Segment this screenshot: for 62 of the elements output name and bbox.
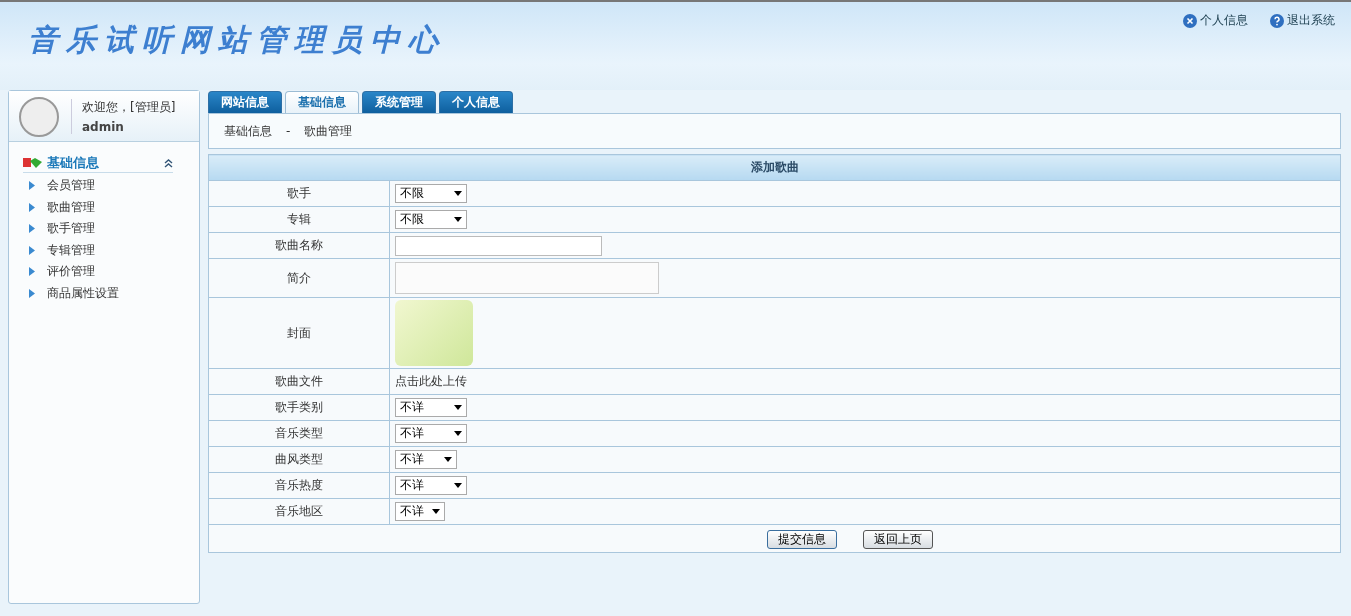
menu-item[interactable]: 商品属性设置 <box>47 284 119 302</box>
user-name: admin <box>82 119 125 134</box>
dropdown[interactable]: 不详 <box>395 502 445 521</box>
tab[interactable]: 个人信息 <box>439 91 513 113</box>
field-label: 音乐类型 <box>208 420 390 447</box>
caret-icon <box>454 483 462 488</box>
breadcrumb-text: - <box>286 124 291 138</box>
triangle-icon <box>29 267 35 277</box>
field-label: 曲风类型 <box>208 446 390 473</box>
help-icon <box>1270 13 1284 28</box>
triangle-icon <box>29 224 35 234</box>
dropdown[interactable]: 不限 <box>395 184 467 203</box>
caret-icon <box>454 191 462 196</box>
field-label: 封面 <box>208 297 390 369</box>
welcome-text: 欢迎您，[管理员] <box>82 98 176 116</box>
field-label: 专辑 <box>208 206 390 233</box>
dropdown[interactable]: 不限 <box>395 210 467 229</box>
caret-icon <box>454 405 462 410</box>
tab[interactable]: 网站信息 <box>208 91 282 113</box>
breadcrumb-text: 歌曲管理 <box>304 122 353 140</box>
field-label: 音乐地区 <box>208 498 390 525</box>
upload-link[interactable]: 点击此处上传 <box>395 374 467 388</box>
caret-icon <box>454 217 462 222</box>
link-label: 退出系统 <box>1287 12 1335 29</box>
text-area[interactable] <box>395 262 659 294</box>
field-label: 歌曲文件 <box>208 368 390 395</box>
dropdown[interactable]: 不详 <box>395 450 457 469</box>
menu-item[interactable]: 会员管理 <box>47 177 95 195</box>
dropdown[interactable]: 不详 <box>395 398 467 417</box>
field-label: 歌手类别 <box>208 394 390 421</box>
caret-icon <box>444 457 452 462</box>
caret-icon <box>454 431 462 436</box>
site-title: 音乐试听网站管理员中心 <box>28 21 446 59</box>
section-icon <box>23 157 43 169</box>
field-label: 歌手 <box>208 180 390 207</box>
form-button[interactable]: 提交信息 <box>766 530 837 549</box>
section-title: 基础信息 <box>47 154 100 172</box>
dropdown[interactable]: 不详 <box>395 476 467 495</box>
menu-item[interactable]: 歌手管理 <box>47 220 95 238</box>
tab[interactable]: 基础信息 <box>285 91 359 113</box>
form-button[interactable]: 返回上页 <box>862 530 933 549</box>
tab[interactable]: 系统管理 <box>362 91 436 113</box>
triangle-icon <box>29 202 35 212</box>
header-link[interactable]: 个人信息 <box>1183 12 1248 29</box>
field-label: 歌曲名称 <box>208 232 390 259</box>
caret-icon <box>432 509 440 514</box>
menu-item[interactable]: 专辑管理 <box>47 241 95 259</box>
triangle-icon <box>29 245 35 255</box>
link-label: 个人信息 <box>1200 12 1248 29</box>
field-label: 简介 <box>208 258 390 298</box>
collapse-icon[interactable] <box>164 158 173 168</box>
menu-item[interactable]: 歌曲管理 <box>47 198 95 216</box>
triangle-icon <box>29 181 35 191</box>
input-field[interactable] <box>395 235 602 256</box>
breadcrumb-text: 基础信息 <box>224 122 272 140</box>
triangle-icon <box>29 288 35 298</box>
close-icon <box>1183 13 1197 28</box>
header-link[interactable]: 退出系统 <box>1270 12 1335 29</box>
dropdown[interactable]: 不详 <box>395 424 467 443</box>
form-title: 添加歌曲 <box>208 154 1341 181</box>
field-label: 音乐热度 <box>208 472 390 499</box>
menu-item[interactable]: 评价管理 <box>47 263 95 281</box>
